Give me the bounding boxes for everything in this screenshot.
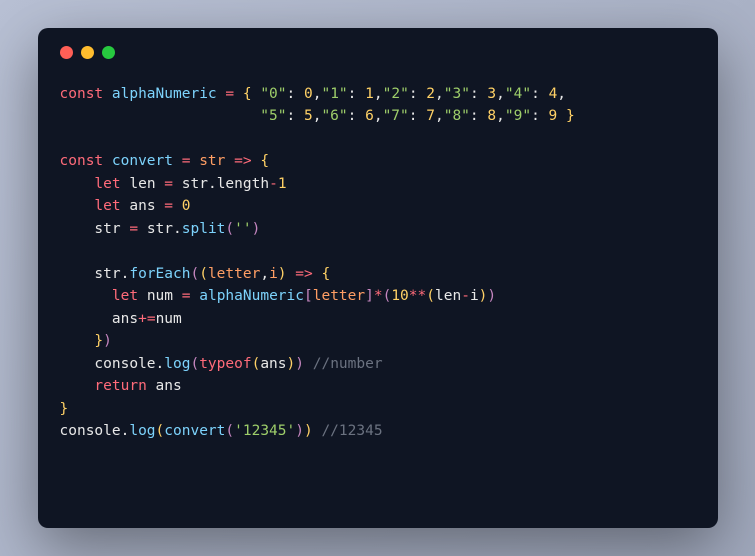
brace-close: } bbox=[566, 108, 575, 124]
method-forEach: forEach bbox=[129, 266, 190, 282]
method-split: split bbox=[182, 221, 226, 237]
keyword-return: return bbox=[94, 378, 146, 394]
maximize-icon[interactable] bbox=[102, 46, 115, 59]
keyword-typeof: typeof bbox=[199, 356, 251, 372]
minimize-icon[interactable] bbox=[81, 46, 94, 59]
comment: //number bbox=[313, 356, 383, 372]
ident-num: num bbox=[147, 288, 173, 304]
key: "1" bbox=[321, 86, 347, 102]
ident-convert: convert bbox=[112, 153, 173, 169]
ident-ans: ans bbox=[129, 198, 155, 214]
param-letter: letter bbox=[208, 266, 260, 282]
ident-len: len bbox=[129, 176, 155, 192]
op-eq: = bbox=[225, 86, 234, 102]
str-empty: '' bbox=[234, 221, 251, 237]
comment: //12345 bbox=[321, 423, 382, 439]
colon: : bbox=[287, 86, 296, 102]
str-12345: '12345' bbox=[234, 423, 295, 439]
num: 0 bbox=[304, 86, 313, 102]
prop-length: length bbox=[217, 176, 269, 192]
keyword-const: const bbox=[60, 86, 104, 102]
traffic-lights bbox=[60, 46, 696, 59]
code-block: const alphaNumeric = { "0": 0,"1": 1,"2"… bbox=[60, 83, 696, 443]
ident-console: console bbox=[94, 356, 155, 372]
key: "0" bbox=[260, 86, 286, 102]
close-icon[interactable] bbox=[60, 46, 73, 59]
method-log: log bbox=[164, 356, 190, 372]
op-pluseq: += bbox=[138, 311, 155, 327]
arrow: => bbox=[234, 153, 251, 169]
code-window: const alphaNumeric = { "0": 0,"1": 1,"2"… bbox=[38, 28, 718, 528]
brace-open: { bbox=[243, 86, 252, 102]
ident-alphaNumeric: alphaNumeric bbox=[112, 86, 217, 102]
param-str: str bbox=[199, 153, 225, 169]
param-i: i bbox=[269, 266, 278, 282]
